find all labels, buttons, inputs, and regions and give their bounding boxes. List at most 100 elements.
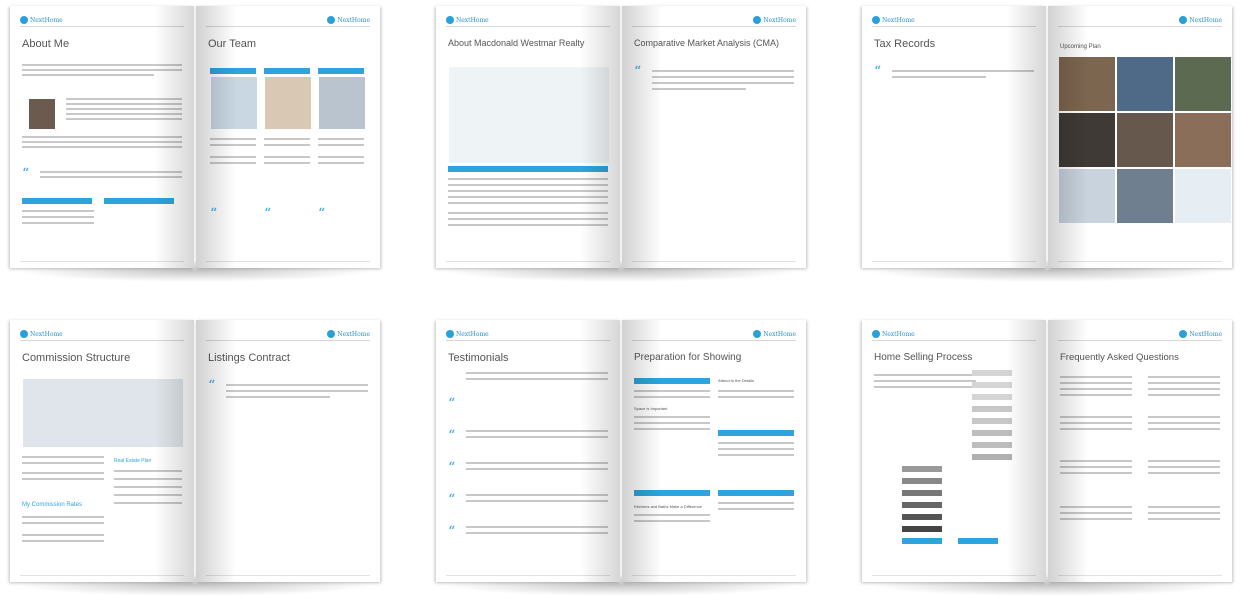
text-line [1060,518,1132,520]
page-right: NextHome Frequently Asked Questions [1048,320,1232,582]
agent-photo [28,98,56,130]
header-rule [1058,340,1222,341]
flow-step [972,406,1012,412]
logo-text: NextHome [30,16,63,24]
flow-step [958,538,998,544]
quote-icon: “ [210,206,218,222]
text-line [114,502,182,504]
text-line [718,502,794,504]
page-right: NextHome Preparation for Showing Attend … [622,320,806,582]
team-photo [264,76,312,130]
page-left: NextHome Commission Structure Real Estat… [10,320,194,582]
logo-text: NextHome [763,330,796,338]
text-line [210,162,256,164]
text-line [264,162,310,164]
text-line [264,156,310,158]
footer-rule [446,575,610,576]
text-line [652,70,794,72]
brand-logo: NextHome [20,330,63,338]
text-line [226,396,330,398]
quote-icon: “ [264,206,272,222]
plan-photo [1058,112,1116,168]
footer-rule [1058,575,1222,576]
footer-rule [872,261,1036,262]
section-bar [718,430,794,436]
text-line [22,516,104,518]
text-line [718,396,794,398]
logo-mark-icon [20,330,28,338]
flow-step [902,502,942,508]
text-line [66,113,182,115]
header-rule [20,26,184,27]
text-line [718,442,794,444]
page-right: NextHome Listings Contract “ [196,320,380,582]
text-line [1148,394,1220,396]
text-line [466,436,608,438]
text-line [114,478,182,480]
quote-icon: “ [318,206,326,222]
logo-mark-icon [872,330,880,338]
text-line [634,520,710,522]
text-line [318,144,364,146]
text-line [1148,472,1220,474]
text-line [1148,428,1220,430]
logo-text: NextHome [1189,16,1222,24]
text-line [634,396,710,398]
text-line [66,118,182,120]
logo-mark-icon [1179,330,1188,338]
text-line [466,372,608,374]
header-rule [872,26,1036,27]
page-title: Listings Contract [208,352,290,364]
text-line [1148,388,1220,390]
text-line [1148,506,1220,508]
plan-photo [1058,168,1116,224]
logo-mark-icon [753,16,762,24]
flow-step [972,382,1012,388]
flow-step [902,526,942,532]
logo-text: NextHome [763,16,796,24]
logo-mark-icon [327,16,336,24]
page-title: Tax Records [874,38,936,50]
text-line [22,456,104,458]
text-line [448,202,608,204]
text-line [114,486,182,488]
stationery-photo [448,66,610,164]
header-rule [20,340,184,341]
page-right: NextHome Upcoming Plan [1048,6,1232,268]
page-title: About Me [22,38,70,50]
header-rule [1058,26,1222,27]
flow-step [972,430,1012,436]
page-left: NextHome Tax Records “ [862,6,1046,268]
text-line [22,478,104,480]
text-line [22,74,154,76]
text-line [634,422,710,424]
text-line [466,462,608,464]
logo-text: NextHome [337,330,370,338]
text-line [1060,382,1132,384]
text-line [22,69,182,71]
page-title: Comparative Market Analysis (CMA) [634,38,780,48]
text-line [40,171,182,173]
text-line [22,540,104,542]
text-line [22,136,182,138]
section-label: Real Estate Plan [114,458,152,464]
text-line [718,390,794,392]
footer-rule [632,261,796,262]
header-rule [206,340,370,341]
footer-rule [206,261,370,262]
text-line [1148,466,1220,468]
text-line [22,534,104,536]
text-line [652,82,794,84]
footer-rule [206,575,370,576]
logo-mark-icon [20,16,28,24]
section-subtitle: Attend to the Details [718,378,755,383]
text-line [210,144,256,146]
text-line [652,76,794,78]
section-bar [718,490,794,496]
section-bar [22,198,92,204]
section-subtitle: Space is Important [634,406,668,411]
page-left: NextHome About Macdonald Westmar Realty [436,6,620,268]
team-member-bar [264,68,310,74]
flow-step [972,418,1012,424]
text-line [318,138,364,140]
